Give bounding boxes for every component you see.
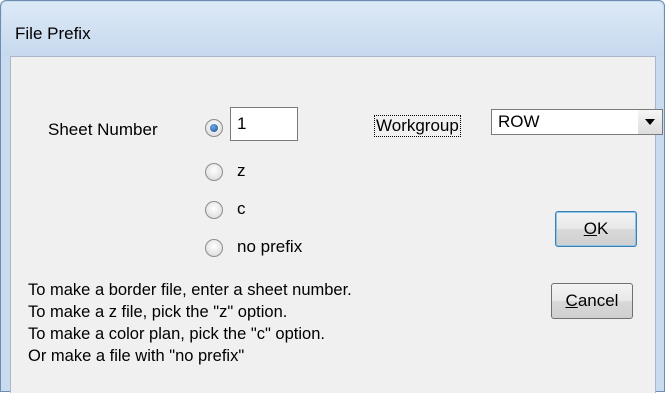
workgroup-dropdown[interactable]: ROW [491,109,663,135]
ok-mnemonic: O [583,219,597,238]
instruction-line: To make a z file, pick the "z" option. [28,303,288,321]
instruction-line: To make a color plan, pick the "c" optio… [28,325,325,343]
window-title: File Prefix [15,24,91,43]
c-option-label[interactable]: c [237,199,246,219]
c-radio[interactable] [205,201,223,219]
instruction-line: To make a border file, enter a sheet num… [28,281,352,299]
cancel-mnemonic: C [565,291,578,310]
no-prefix-radio[interactable] [205,239,223,257]
file-prefix-dialog: File Prefix Sheet Number z c no prefix W… [0,0,665,393]
instruction-line: Or make a file with "no prefix" [28,347,245,365]
z-radio[interactable] [205,163,223,181]
title-bar[interactable]: File Prefix [2,2,663,56]
chevron-down-icon[interactable] [638,110,662,134]
cancel-label-rest: ancel [577,291,619,310]
workgroup-label: Workgroup [374,115,461,137]
cancel-button[interactable]: Cancel [551,283,633,319]
sheet-number-label: Sheet Number [48,120,158,139]
no-prefix-option-label[interactable]: no prefix [237,237,302,257]
sheet-number-radio[interactable] [205,119,223,137]
ok-label-rest: K [596,219,609,238]
sheet-number-input[interactable] [230,107,298,141]
instructions-text: To make a border file, enter a sheet num… [28,279,352,367]
ok-button[interactable]: OK [555,211,637,247]
z-option-label[interactable]: z [237,161,246,181]
workgroup-selected-value: ROW [498,112,540,131]
